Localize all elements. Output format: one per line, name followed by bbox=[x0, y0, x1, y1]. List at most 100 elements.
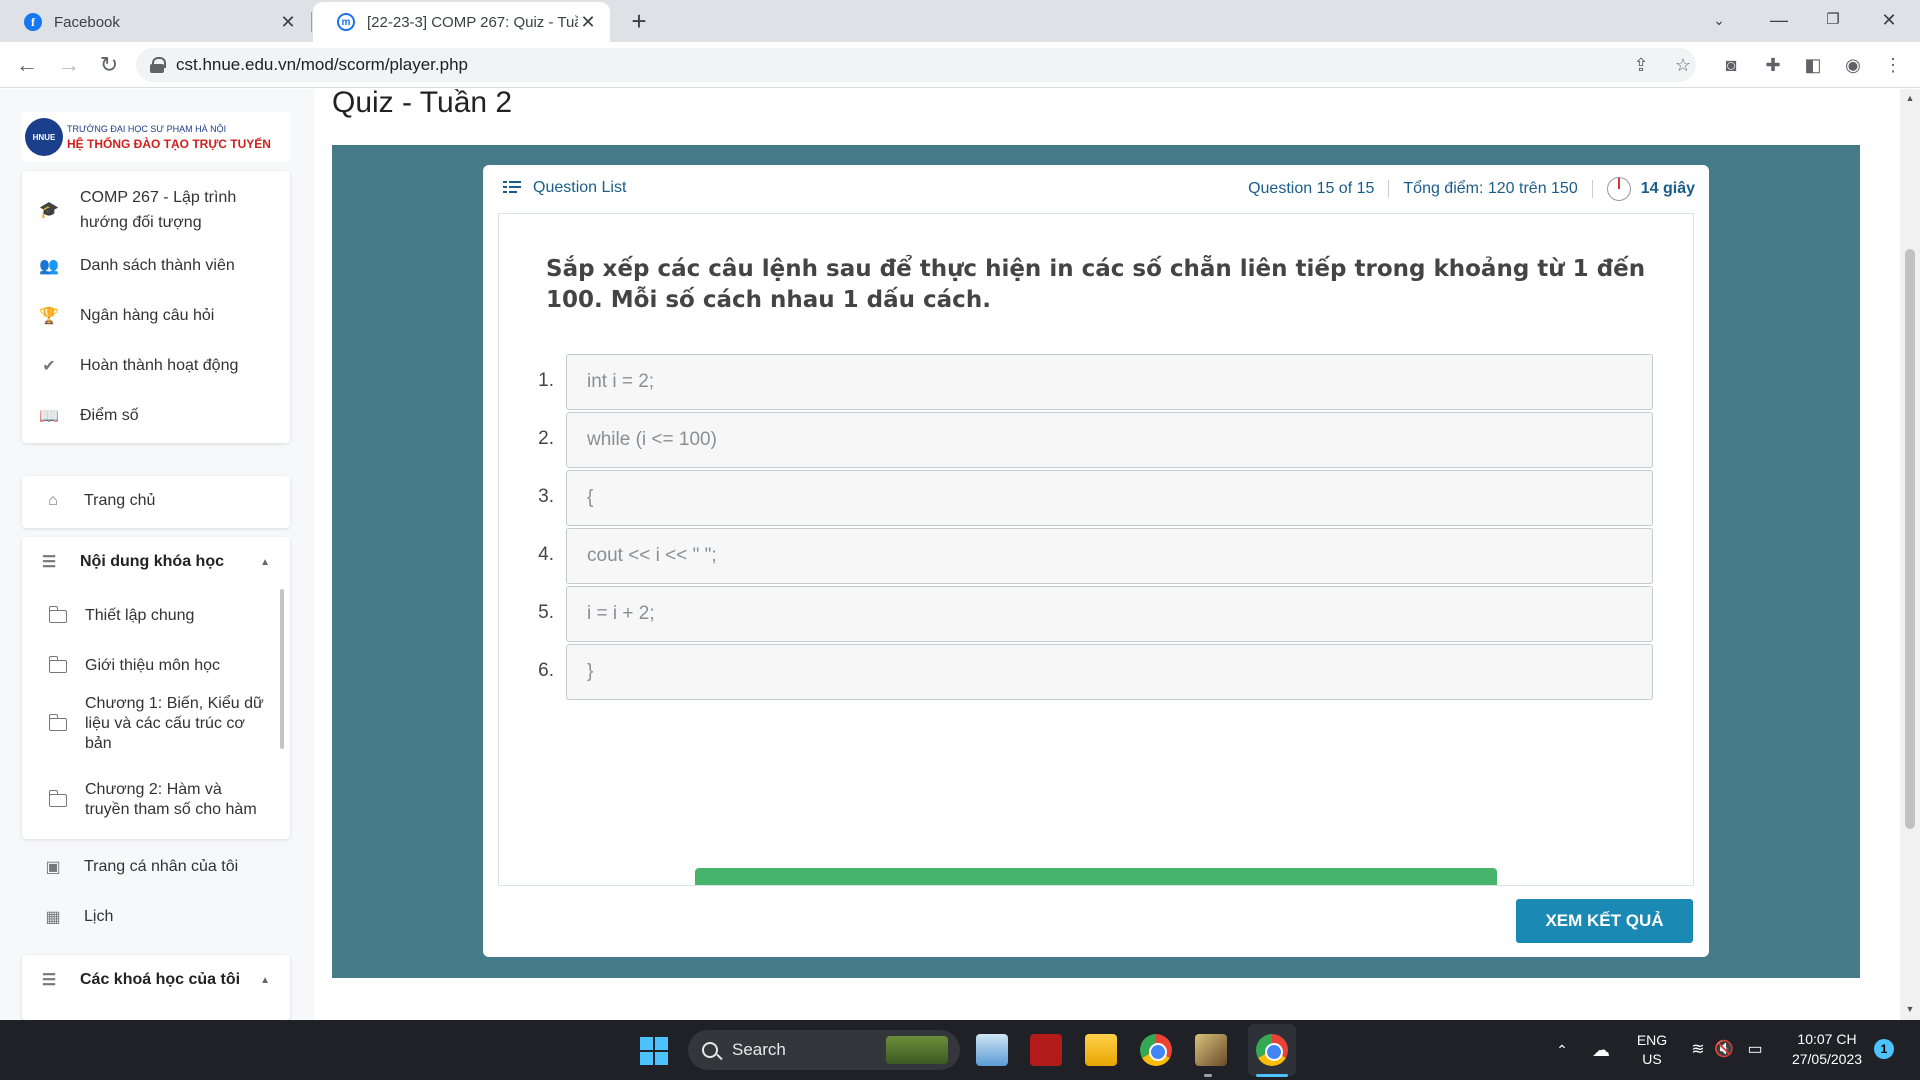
answer-number: 1. bbox=[538, 370, 554, 391]
question-progress: Question 15 of 15 bbox=[1248, 180, 1375, 197]
app-red-icon[interactable] bbox=[1030, 1034, 1062, 1066]
file-explorer-icon[interactable] bbox=[1085, 1034, 1117, 1066]
address-bar[interactable]: cst.hnue.edu.vn/mod/scorm/player.php bbox=[136, 48, 1696, 82]
chrome-icon[interactable] bbox=[1140, 1034, 1172, 1066]
view-result-button[interactable]: XEM KẾT QUẢ bbox=[1516, 899, 1693, 943]
course-content-scrollbar[interactable] bbox=[280, 589, 284, 749]
timer-icon bbox=[1606, 177, 1631, 201]
draggable-answer[interactable]: { bbox=[566, 470, 1653, 526]
draggable-answer[interactable]: int i = 2; bbox=[566, 354, 1653, 410]
section-title: Nội dung khóa học bbox=[80, 553, 224, 570]
draggable-answer[interactable]: cout << i << " "; bbox=[566, 528, 1653, 584]
volume-muted-icon[interactable]: 🔇 bbox=[1712, 1020, 1736, 1080]
bookmark-star-icon[interactable]: ☆ bbox=[1668, 50, 1698, 80]
home-card: ⌂ Trang chủ bbox=[22, 476, 290, 528]
close-window-button[interactable]: ✕ bbox=[1866, 0, 1912, 42]
close-tab-icon[interactable]: ✕ bbox=[278, 12, 298, 33]
scrollbar-thumb[interactable] bbox=[1905, 249, 1915, 829]
photo-app-icon[interactable] bbox=[1195, 1034, 1227, 1066]
notification-badge[interactable]: 1 bbox=[1874, 1039, 1894, 1059]
browser-tab-strip: f Facebook ✕ m [22-23-3] COMP 267: Quiz … bbox=[0, 0, 1920, 42]
my-courses-heading[interactable]: ☰ Các khoá học của tôi ▲ bbox=[22, 965, 290, 995]
sidebar-item-label: Ngân hàng câu hỏi bbox=[80, 307, 215, 324]
sidebar-item-calendar[interactable]: ▦ Lịch bbox=[22, 902, 290, 932]
camera-icon[interactable]: ◙ bbox=[1716, 50, 1746, 80]
tab-quiz[interactable]: m [22-23-3] COMP 267: Quiz - Tuần 2 ✕ bbox=[313, 2, 610, 42]
new-tab-button[interactable]: + bbox=[624, 6, 654, 36]
course-sidebar: HNUE TRƯỜNG ĐẠI HỌC SƯ PHẠM HÀ NỘI HỆ TH… bbox=[0, 89, 314, 1020]
calendar-icon: ▦ bbox=[45, 909, 61, 926]
tab-facebook[interactable]: f Facebook ✕ bbox=[0, 2, 310, 42]
graduation-cap-icon: 🎓 bbox=[39, 202, 59, 219]
draggable-answer[interactable]: while (i <= 100) bbox=[566, 412, 1653, 468]
sidebar-item-profile[interactable]: ▣ Trang cá nhân của tôi bbox=[22, 852, 290, 882]
collapse-caret-icon[interactable]: ▲ bbox=[260, 557, 270, 568]
divider bbox=[1591, 180, 1593, 198]
onedrive-cloud-icon[interactable]: ☁ bbox=[1588, 1020, 1614, 1080]
sidebar-item-grades[interactable]: 📖 Điểm số bbox=[22, 401, 290, 431]
site-logo[interactable]: HNUE TRƯỜNG ĐẠI HỌC SƯ PHẠM HÀ NỘI HỆ TH… bbox=[22, 112, 290, 162]
close-tab-icon[interactable]: ✕ bbox=[578, 12, 598, 33]
answer-row[interactable]: 6. } bbox=[499, 644, 1693, 700]
chrome-profile-icon[interactable] bbox=[1256, 1034, 1288, 1066]
sidebar-item-chapter-2[interactable]: Chương 2: Hàm và truyền tham số cho hàm bbox=[22, 779, 290, 821]
sidebar-item-course-intro[interactable]: Giới thiệu môn học bbox=[22, 651, 290, 681]
sidebar-item-question-bank[interactable]: 🏆 Ngân hàng câu hỏi bbox=[22, 301, 290, 331]
answer-row[interactable]: 3. { bbox=[499, 470, 1693, 526]
taskbar-search[interactable]: Search bbox=[688, 1030, 960, 1070]
tab-title: [22-23-3] COMP 267: Quiz - Tuần 2 bbox=[367, 13, 578, 31]
clock[interactable]: 10:07 CH 27/05/2023 bbox=[1780, 1020, 1874, 1080]
section-title: Các khoá học của tôi bbox=[80, 971, 241, 988]
task-manager-icon[interactable] bbox=[976, 1034, 1008, 1066]
tab-search-icon[interactable]: ⌄ bbox=[1696, 0, 1742, 42]
profile-icon[interactable]: ◉ bbox=[1838, 50, 1868, 80]
minimize-button[interactable]: — bbox=[1756, 0, 1802, 42]
sidebar-item-label: Chương 2: Hàm và truyền tham số cho hàm bbox=[85, 781, 257, 818]
show-hidden-icons-chevron[interactable]: ⌃ bbox=[1552, 1020, 1572, 1080]
side-panel-icon[interactable]: ◧ bbox=[1798, 50, 1828, 80]
answer-row[interactable]: 1. int i = 2; bbox=[499, 354, 1693, 410]
lock-icon bbox=[150, 57, 166, 73]
windows-taskbar: Search ⌃ ☁ ENG US ≋ 🔇 ▭ 10:07 CH 27/05/2… bbox=[0, 1020, 1920, 1080]
clock-time: 10:07 CH bbox=[1797, 1031, 1857, 1047]
running-indicator bbox=[1204, 1074, 1212, 1077]
language-code: ENG bbox=[1636, 1032, 1668, 1048]
course-content-heading[interactable]: ☰ Nội dung khóa học ▲ bbox=[22, 547, 290, 577]
answer-row[interactable]: 4. cout << i << " "; bbox=[499, 528, 1693, 584]
answer-row[interactable]: 5. i = i + 2; bbox=[499, 586, 1693, 642]
sidebar-item-course[interactable]: 🎓 COMP 267 - Lập trình hướng đối tượng bbox=[22, 185, 290, 235]
sidebar-item-chapter-1[interactable]: Chương 1: Biến, Kiểu dữ liệu và các cấu … bbox=[22, 693, 290, 755]
collapse-caret-icon[interactable]: ▲ bbox=[260, 975, 270, 986]
scroll-up-arrow-icon[interactable]: ▲ bbox=[1904, 93, 1916, 103]
wifi-icon[interactable]: ≋ bbox=[1686, 1020, 1710, 1080]
feedback-banner bbox=[695, 868, 1497, 885]
question-list-button[interactable]: Question List bbox=[503, 179, 626, 197]
region-code: US bbox=[1642, 1051, 1662, 1067]
folder-icon bbox=[48, 605, 67, 623]
battery-icon[interactable]: ▭ bbox=[1742, 1020, 1768, 1080]
list-icon: ☰ bbox=[41, 972, 57, 989]
back-arrow-icon[interactable]: ← bbox=[12, 50, 42, 80]
share-icon[interactable]: ⇪ bbox=[1626, 50, 1656, 80]
quiz-header: Question List Question 15 of 15 Tổng điể… bbox=[483, 165, 1709, 213]
draggable-answer[interactable]: i = i + 2; bbox=[566, 586, 1653, 642]
answer-row[interactable]: 2. while (i <= 100) bbox=[499, 412, 1693, 468]
search-highlight-icon bbox=[886, 1036, 948, 1064]
restore-button[interactable]: ❐ bbox=[1810, 0, 1856, 42]
forward-arrow-icon[interactable]: → bbox=[54, 50, 84, 80]
sidebar-item-general-setup[interactable]: Thiết lập chung bbox=[22, 601, 290, 631]
menu-dots-icon[interactable]: ⋮ bbox=[1878, 50, 1908, 80]
scroll-down-arrow-icon[interactable]: ▼ bbox=[1904, 1004, 1916, 1014]
sidebar-item-label: COMP 267 - Lập trình hướng đối tượng bbox=[80, 189, 237, 231]
page-scrollbar[interactable]: ▲ ▼ bbox=[1900, 89, 1920, 1020]
sidebar-item-completion[interactable]: ✔ Hoàn thành hoạt động bbox=[22, 351, 290, 381]
folder-icon bbox=[48, 789, 67, 807]
sidebar-item-members[interactable]: 👥 Danh sách thành viên bbox=[22, 251, 290, 281]
extensions-icon[interactable]: ✚ bbox=[1758, 50, 1788, 80]
question-body: Sắp xếp các câu lệnh sau để thực hiện in… bbox=[498, 213, 1694, 886]
language-indicator[interactable]: ENG US bbox=[1630, 1020, 1674, 1080]
windows-start-icon[interactable] bbox=[640, 1037, 668, 1065]
draggable-answer[interactable]: } bbox=[566, 644, 1653, 700]
sidebar-item-home[interactable]: ⌂ Trang chủ bbox=[22, 486, 290, 516]
reload-icon[interactable]: ↻ bbox=[94, 50, 124, 80]
